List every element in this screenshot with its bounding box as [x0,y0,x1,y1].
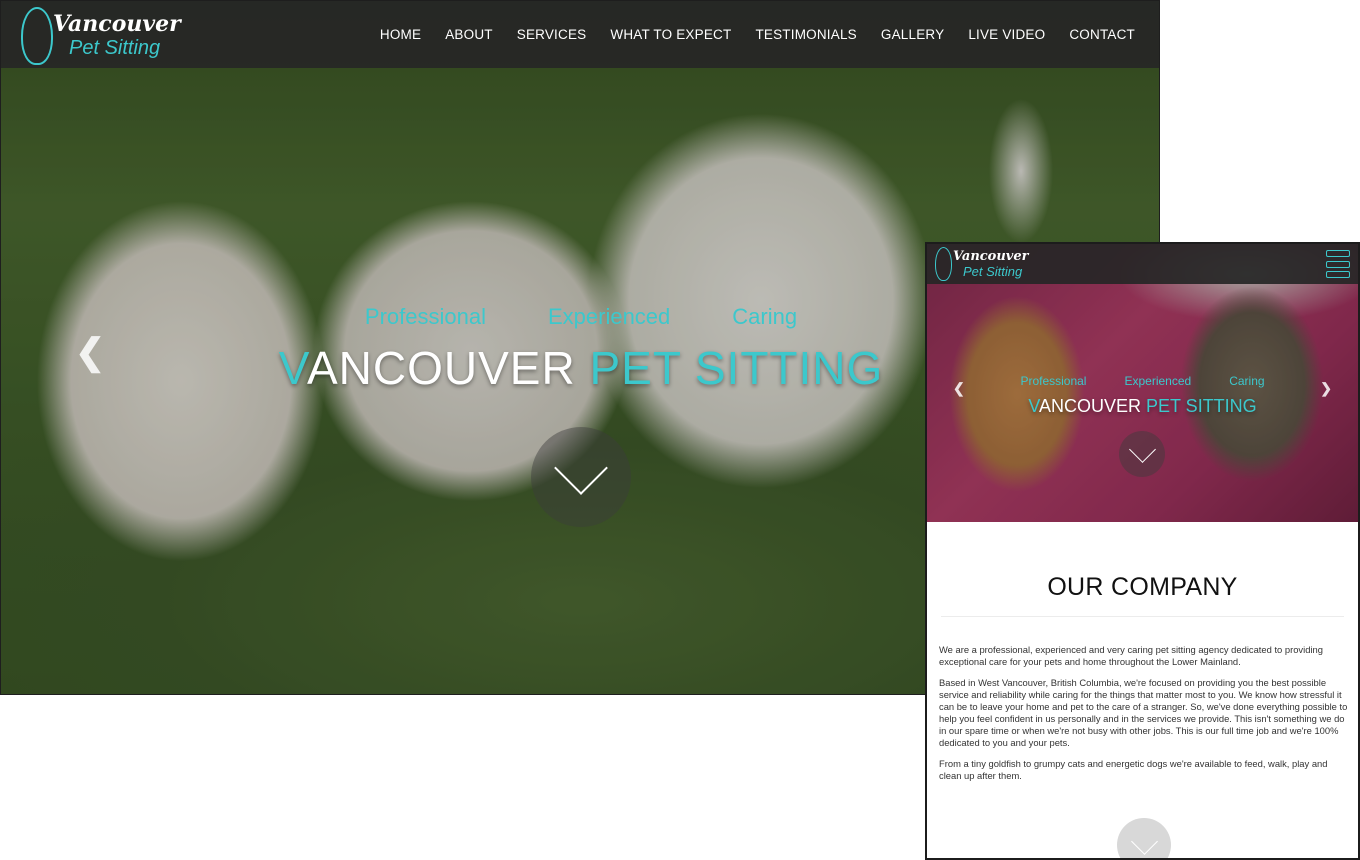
menu-item: ABOUT [445,26,493,44]
mobile-navbar: Vancouver Pet Sitting [927,244,1358,284]
nav-gallery[interactable]: GALLERY [881,27,944,42]
nav-live-video[interactable]: LIVE VIDEO [968,27,1045,42]
scroll-down-button[interactable] [1119,431,1165,477]
site-logo[interactable]: Vancouver Pet Sitting [935,246,1045,284]
nav-testimonials[interactable]: TESTIMONIALS [755,27,856,42]
hero-taglines: Professional Experienced Caring [927,374,1358,388]
logo-line2: Pet Sitting [69,37,161,59]
nav-home[interactable]: HOME [380,27,421,42]
chevron-down-icon [554,441,608,495]
nav-about[interactable]: ABOUT [445,27,493,42]
site-logo[interactable]: Vancouver Pet Sitting [21,5,181,65]
tagline-caring: Caring [1229,374,1265,388]
divider [941,616,1344,617]
logo-line2: Pet Sitting [963,264,1023,279]
logo-line1: Vancouver [953,249,1029,264]
hero-title-initial: V [278,342,307,394]
paragraph: Based in West Vancouver, British Columbi… [939,677,1348,748]
section-title: OUR COMPANY [1047,573,1238,601]
company-text: We are a professional, experienced and v… [939,644,1348,791]
hero-title-main: ANCOUVER [1038,396,1146,416]
mobile-screenshot: Vancouver Pet Sitting Professional Exper… [925,242,1360,860]
tagline-experienced: Experienced [1124,374,1192,388]
hero-title-main: ANCOUVER [306,342,590,394]
logo-line1: Vancouver [53,11,181,37]
our-company-section: OUR COMPANY We are a professional, exper… [927,522,1358,858]
top-navbar: Vancouver Pet Sitting HOME ABOUT SERVICE… [1,1,1159,68]
menu-item: TESTIMONIALS [755,26,856,44]
cat-logo-icon [21,7,53,65]
scroll-down-button[interactable] [1117,818,1171,858]
nav-services[interactable]: SERVICES [517,27,587,42]
chevron-down-icon [1128,436,1156,463]
hero-title-accent: PET SITTING [1146,396,1257,416]
nav-contact[interactable]: CONTACT [1069,27,1135,42]
paragraph: From a tiny goldfish to grumpy cats and … [939,758,1328,781]
scroll-down-button[interactable] [531,427,631,527]
cat-logo-icon [935,247,952,281]
tagline-professional: Professional [1020,374,1087,388]
chevron-right-icon[interactable]: ❯ [1320,380,1332,397]
tagline-professional: Professional [364,304,486,329]
menu-item: WHAT TO EXPECT [610,26,731,44]
menu-item: HOME [380,26,421,44]
chevron-down-icon [1130,827,1158,855]
chevron-left-icon[interactable]: ❮ [953,380,965,397]
tagline-experienced: Experienced [547,304,671,329]
nav-what-to-expect[interactable]: WHAT TO EXPECT [610,27,731,42]
tagline-caring: Caring [732,304,798,329]
hero-title: VANCOUVER PET SITTING [927,396,1358,417]
main-menu: HOME ABOUT SERVICES WHAT TO EXPECT TESTI… [380,1,1135,68]
hero-title-initial: V [1028,396,1039,416]
chevron-left-icon[interactable]: ❮ [75,331,105,373]
paragraph: We are a professional, experienced and v… [939,644,1323,667]
hero-title-accent: PET SITTING [589,342,884,394]
hamburger-menu-icon[interactable] [1326,250,1350,278]
menu-item: GALLERY [881,26,944,44]
menu-item: SERVICES [517,26,587,44]
menu-item: CONTACT [1069,26,1135,44]
menu-item: LIVE VIDEO [968,26,1045,44]
